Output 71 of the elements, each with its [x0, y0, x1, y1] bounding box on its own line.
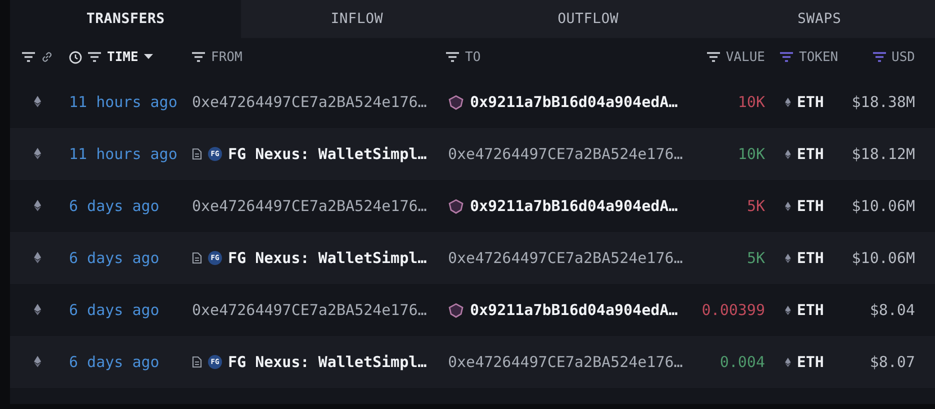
token-text: ETH: [796, 353, 824, 371]
value-text: 0.00399: [702, 301, 765, 319]
shield-icon: [448, 198, 464, 214]
address-link[interactable]: 0xe47264497CE7a2BA524e176…: [192, 197, 427, 215]
value-text: 10K: [738, 145, 765, 163]
ethereum-icon: [34, 251, 42, 265]
link-icon[interactable]: [41, 51, 53, 63]
token-text: ETH: [796, 249, 824, 267]
filter-icon[interactable]: [192, 52, 205, 62]
address-link[interactable]: 0xe47264497CE7a2BA524e176…: [448, 249, 683, 267]
column-header[interactable]: FROM: [211, 50, 242, 64]
address-link[interactable]: 0xe47264497CE7a2BA524e176…: [192, 301, 427, 319]
filter-icon[interactable]: [446, 52, 459, 62]
caret-icon[interactable]: [144, 54, 154, 60]
usd-text: $18.38M: [852, 93, 915, 111]
time-link[interactable]: 6 days ago: [69, 249, 160, 267]
entity-link[interactable]: FG Nexus: WalletSimpl…: [228, 353, 427, 371]
address-link[interactable]: 0xe47264497CE7a2BA524e176…: [448, 145, 683, 163]
time-link[interactable]: 11 hours ago: [69, 93, 178, 111]
column-header[interactable]: VALUE: [726, 50, 765, 64]
tab[interactable]: SWAPS: [704, 0, 935, 38]
entity-link[interactable]: FG Nexus: WalletSimpl…: [228, 249, 427, 267]
token-text: ETH: [796, 301, 824, 319]
address-link[interactable]: 0xe47264497CE7a2BA524e176…: [448, 353, 683, 371]
usd-text: $8.07: [870, 353, 915, 371]
token-text: ETH: [796, 197, 824, 215]
time-link[interactable]: 6 days ago: [69, 301, 160, 319]
ethereum-icon: [785, 200, 791, 212]
clock-icon[interactable]: [69, 50, 82, 64]
tab[interactable]: INFLOW: [241, 0, 472, 38]
value-text: 5K: [746, 249, 765, 267]
filter-icon[interactable]: [706, 52, 720, 62]
ethereum-icon: [34, 95, 42, 109]
document-icon: [192, 356, 202, 368]
time-link[interactable]: 11 hours ago: [69, 145, 178, 163]
usd-text: $8.04: [870, 301, 915, 319]
filter-icon[interactable]: [88, 52, 101, 62]
ethereum-icon: [34, 147, 42, 161]
time-link[interactable]: 6 days ago: [69, 197, 160, 215]
ethereum-icon: [34, 303, 42, 317]
ethereum-icon: [785, 304, 791, 316]
ethereum-icon: [785, 96, 791, 108]
shield-icon: [448, 302, 464, 318]
address-link[interactable]: 0x9211a7bB16d04a904edA…: [470, 93, 678, 111]
column-header[interactable]: USD: [892, 50, 915, 64]
address-link[interactable]: 0xe47264497CE7a2BA524e176…: [192, 93, 427, 111]
value-text: 5K: [746, 197, 765, 215]
value-text: 10K: [738, 93, 765, 111]
ethereum-icon: [34, 355, 42, 369]
time-link[interactable]: 6 days ago: [69, 353, 160, 371]
tab[interactable]: OUTFLOW: [472, 0, 704, 38]
ethereum-icon: [785, 356, 791, 368]
column-header[interactable]: TO: [465, 50, 481, 64]
value-text: 0.004: [720, 353, 765, 371]
ethereum-icon: [785, 148, 791, 160]
ethereum-icon: [34, 199, 42, 213]
shield-icon: [448, 94, 464, 110]
document-icon: [192, 252, 202, 264]
entity-link[interactable]: FG Nexus: WalletSimpl…: [228, 145, 427, 163]
token-text: ETH: [796, 145, 824, 163]
usd-text: $10.06M: [852, 197, 915, 215]
filter-icon[interactable]: [22, 52, 35, 62]
usd-text: $10.06M: [852, 249, 915, 267]
usd-text: $18.12M: [852, 145, 915, 163]
ethereum-icon: [785, 252, 791, 264]
column-header[interactable]: TIME: [107, 50, 138, 64]
address-link[interactable]: 0x9211a7bB16d04a904edA…: [470, 301, 678, 319]
column-header[interactable]: TOKEN: [799, 50, 838, 64]
document-icon: [192, 148, 202, 160]
address-link[interactable]: 0x9211a7bB16d04a904edA…: [470, 197, 678, 215]
token-text: ETH: [796, 93, 824, 111]
